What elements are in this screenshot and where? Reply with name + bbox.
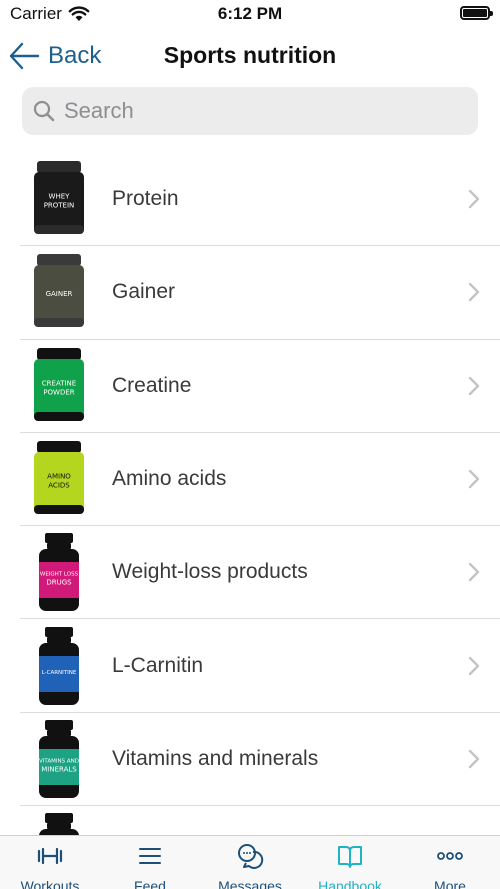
search-icon — [33, 100, 55, 122]
back-button[interactable]: Back — [8, 38, 101, 74]
list-item[interactable]: AMINO ACIDS Amino acids — [20, 433, 500, 527]
status-time: 6:12 PM — [217, 4, 283, 23]
product-thumbnail: AMINO ACIDS — [20, 438, 98, 520]
back-label: Back — [48, 42, 102, 69]
supplement-bottle-icon: L-CARNITINE — [39, 626, 79, 705]
svg-text:WHEY: WHEY — [49, 193, 71, 201]
chevron-right-icon — [468, 376, 480, 395]
tab-label: Feed — [134, 878, 166, 889]
svg-text:WEIGHT LOSS: WEIGHT LOSS — [40, 572, 79, 578]
chevron-right-icon — [468, 283, 480, 302]
tab-handbook[interactable]: Handbook — [300, 836, 400, 889]
list-item[interactable]: CREATINE POWDER Creatine — [20, 340, 500, 433]
list-item-label: Weight-loss products — [112, 560, 308, 584]
svg-text:POWDER: POWDER — [43, 388, 74, 396]
svg-text:ACIDS: ACIDS — [48, 482, 70, 490]
svg-text:DRUGS: DRUGS — [46, 579, 72, 587]
tab-bar: Workouts Feed Messages Handbook More — [0, 835, 500, 889]
nutrition-category-list: WHEY PROTEIN Protein GAINER Gainer CREATINE PO… — [20, 153, 500, 836]
list-item-label: Gainer — [112, 280, 176, 304]
supplement-tub-icon: AMINOACIDS — [34, 441, 84, 515]
list-item-label: Amino acids — [112, 467, 227, 491]
supplement-tub-icon: GAINER — [34, 254, 84, 328]
svg-text:MINERALS: MINERALS — [41, 765, 77, 773]
svg-text:L-CARNITINE: L-CARNITINE — [42, 670, 77, 676]
product-thumbnail: WEIGHT LOSS DRUGS — [20, 531, 98, 613]
chevron-right-icon — [468, 749, 480, 769]
product-thumbnail: CREATINE POWDER — [20, 345, 98, 427]
tab-feed[interactable]: Feed — [100, 836, 200, 889]
tab-messages[interactable]: Messages — [200, 836, 300, 889]
list-item[interactable]: WHEY PROTEIN Protein — [20, 153, 500, 247]
list-item[interactable]: GAINER Gainer — [20, 246, 500, 340]
tab-label: More — [434, 878, 466, 889]
supplement-tub-icon: WHEYPROTEIN — [34, 161, 84, 235]
supplement-tub-icon: CREATINEPOWDER — [34, 347, 84, 421]
product-thumbnail: GAINER — [20, 251, 98, 333]
open-book-icon — [336, 842, 364, 875]
chevron-right-icon — [468, 563, 480, 582]
tab-label: Workouts — [20, 878, 80, 889]
product-thumbnail: VITAMINS AND MINERALS — [20, 718, 98, 800]
tab-workouts[interactable]: Workouts — [0, 836, 100, 889]
battery-icon — [460, 6, 493, 20]
feed-lines-icon — [136, 842, 164, 875]
more-dots-icon — [436, 842, 464, 875]
product-thumbnail: WHEY PROTEIN — [20, 158, 98, 240]
dumbbell-icon — [36, 842, 64, 875]
svg-text:PROTEIN: PROTEIN — [44, 202, 75, 210]
search-bar[interactable] — [22, 87, 478, 135]
supplement-bottle-icon — [39, 813, 79, 836]
tab-label: Handbook — [318, 878, 382, 889]
list-item-label: Vitamins and minerals — [112, 746, 319, 770]
tab-label: Messages — [218, 878, 282, 889]
list-item-label: L-Carnitin — [112, 653, 204, 677]
list-item[interactable]: VITAMINS AND MINERALS Vitamins and mineral… — [20, 713, 500, 807]
supplement-bottle-icon: WEIGHT LOSSDRUGS — [39, 533, 79, 612]
svg-text:CREATINE: CREATINE — [42, 379, 76, 387]
chevron-right-icon — [468, 469, 480, 489]
list-item[interactable] — [20, 806, 500, 836]
search-input[interactable] — [64, 98, 444, 124]
list-item-label: Protein — [112, 187, 179, 211]
list-item[interactable]: L-CARNITINE L-Carnitin — [20, 619, 500, 713]
svg-text:AMINO: AMINO — [47, 473, 71, 481]
product-thumbnail — [20, 811, 98, 836]
product-thumbnail: L-CARNITINE — [20, 625, 98, 707]
tab-more[interactable]: More — [400, 836, 500, 889]
status-bar: Carrier 6:12 PM — [0, 0, 500, 30]
svg-text:GAINER: GAINER — [46, 290, 73, 298]
back-arrow-icon — [9, 42, 40, 70]
chat-bubbles-icon — [236, 842, 264, 875]
chevron-right-icon — [468, 656, 480, 675]
list-item-label: Creatine — [112, 373, 192, 397]
list-item[interactable]: WEIGHT LOSS DRUGS Weight-loss products — [20, 526, 500, 620]
chevron-right-icon — [468, 189, 480, 209]
svg-text:VITAMINS AND: VITAMINS AND — [39, 758, 79, 764]
supplement-bottle-icon: VITAMINS ANDMINERALS — [39, 719, 79, 798]
navigation-bar: Back Sports nutrition — [0, 30, 500, 82]
